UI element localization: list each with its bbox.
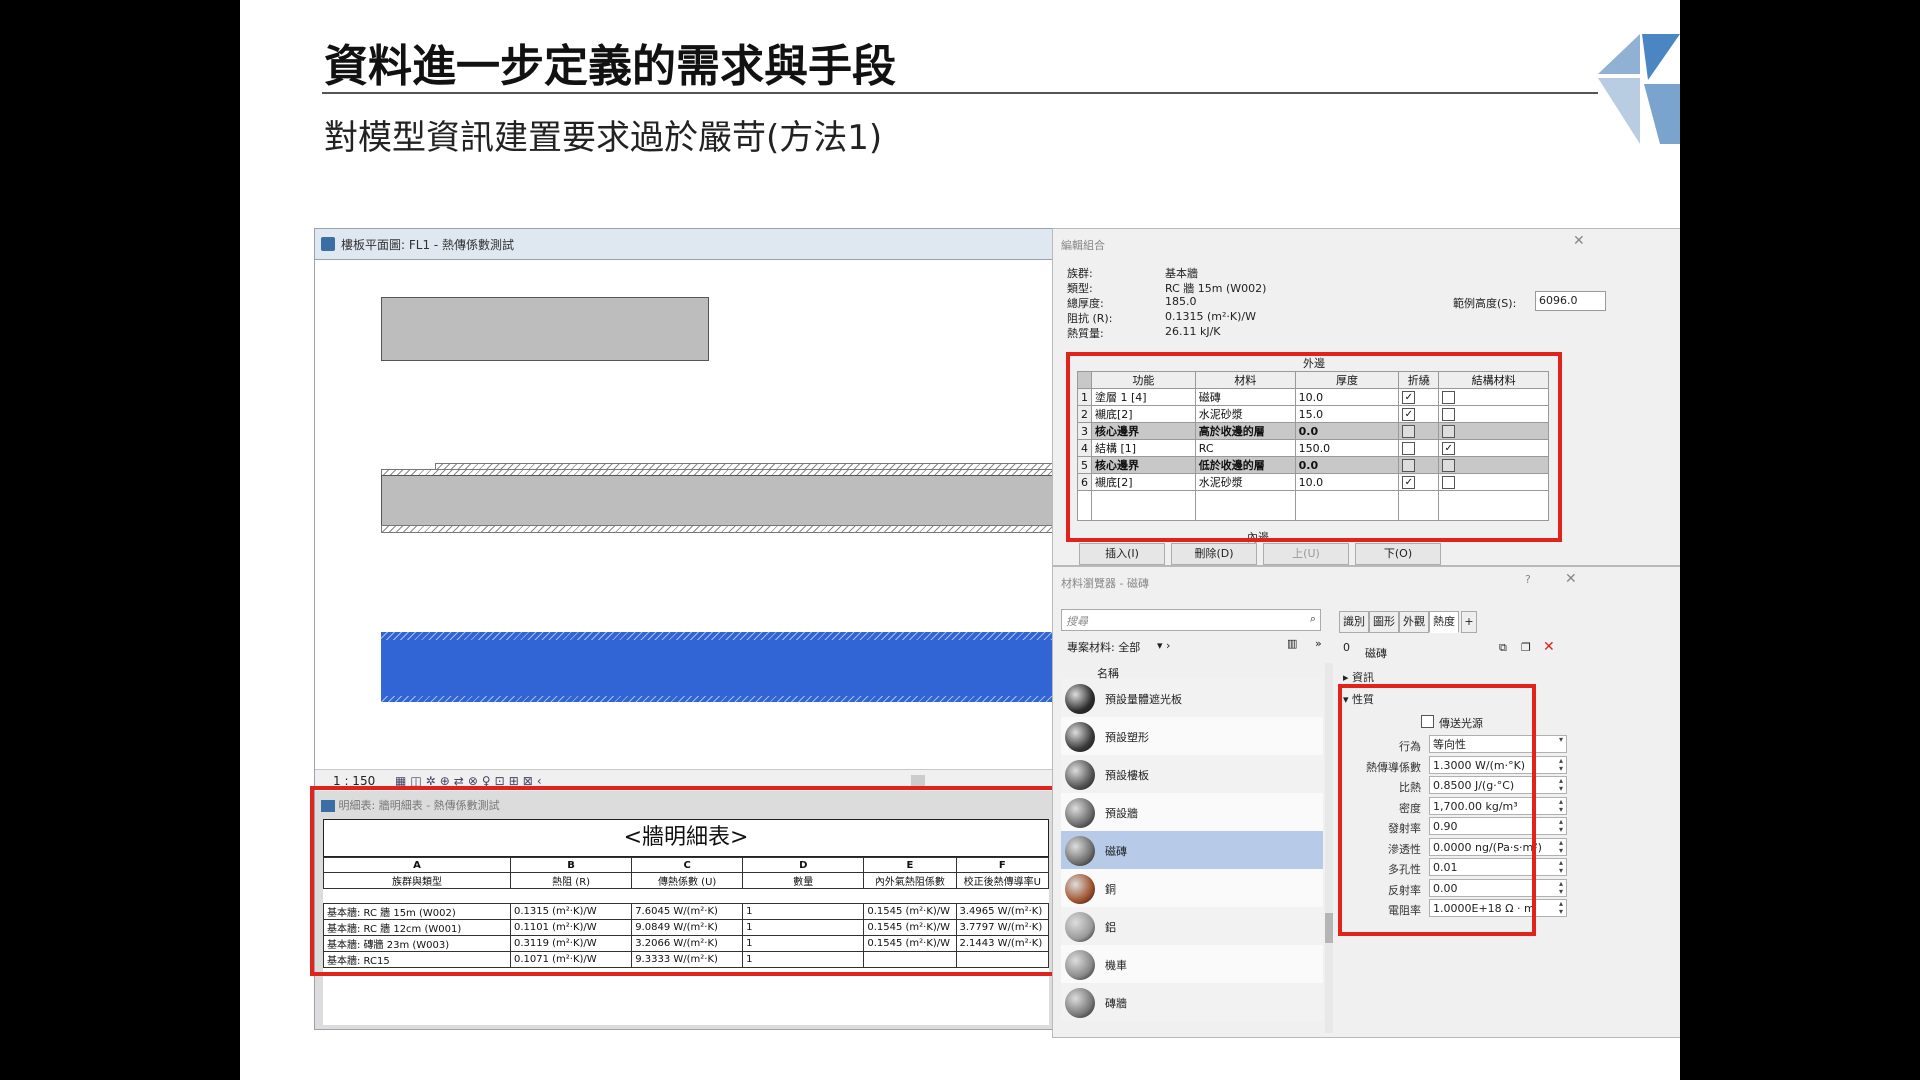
family-value: 基本牆 [1165,267,1198,280]
material-swatch-icon [1065,722,1095,752]
list-item[interactable]: 預設量體遮光板 [1061,679,1323,717]
slide-title: 資料進一步定義的需求與手段 [324,41,896,92]
type-value: RC 牆 15m (W002) [1165,282,1267,295]
search-input[interactable]: 搜尋 ⌕ [1061,609,1321,631]
list-scrollbar[interactable] [1325,663,1333,1033]
slide: 資料進一步定義的需求與手段 對模型資訊建置要求過於嚴苛(方法1) 樓板平面圖: … [240,0,1680,1080]
spinner-icon[interactable]: ▴ ▾ [1556,900,1566,916]
plan-view-titlebar[interactable]: 樓板平面圖: FL1 - 熱傳係數測試 [315,229,1057,260]
resistance-value: 0.1315 (m²·K)/W [1165,310,1256,323]
tab-thermal[interactable]: 熱度 [1429,611,1459,633]
list-item[interactable]: 預設牆 [1061,793,1323,831]
list-item[interactable]: 預設塑形 [1061,717,1323,755]
list-item[interactable]: 機車 [1061,945,1323,983]
slide-subtitle: 對模型資訊建置要求過於嚴苛(方法1) [324,118,883,158]
spinner-icon[interactable]: ▴ ▾ [1556,859,1566,875]
list-item[interactable]: 磁磚 [1061,831,1323,869]
wall-element[interactable] [381,475,1060,527]
move-down-button[interactable]: 下(O) [1355,543,1441,565]
title-divider [322,92,1598,94]
material-name: 預設牆 [1105,807,1138,820]
material-name: 磚牆 [1105,997,1127,1010]
material-name: 機車 [1105,959,1127,972]
resistance-label: 阻抗 (R): [1067,312,1113,325]
material-name: 預設量體遮光板 [1105,693,1182,706]
spinner-icon[interactable]: ▴ ▾ [1556,798,1566,814]
material-swatch-icon [1065,836,1095,866]
dialog-title: 編輯組合 [1061,239,1105,252]
thickness-value: 185.0 [1165,295,1197,308]
family-label: 族群: [1067,267,1093,280]
material-name: 鋁 [1105,921,1116,934]
material-name: 預設塑形 [1105,731,1149,744]
wall-layer-hatch [381,525,1061,533]
scroll-thumb[interactable] [1325,913,1333,943]
sample-height-label: 範例高度(S): [1453,297,1517,310]
collapse-icon[interactable]: » [1315,637,1322,650]
spinner-icon[interactable]: ▴ ▾ [1556,839,1566,855]
material-swatch-icon [1065,950,1095,980]
close-icon[interactable]: ✕ [1573,233,1585,249]
sample-height-input[interactable]: 6096.0 [1535,291,1606,311]
asset-name: 磁磚 [1365,647,1387,660]
list-item[interactable]: 銅 [1061,869,1323,907]
logo-icon [1598,34,1680,144]
browser-title: 材料瀏覽器 - 磁磚 [1061,577,1149,590]
help-icon[interactable]: ? [1525,573,1531,586]
search-placeholder: 搜尋 [1066,615,1088,628]
asset-tabs: 識別 圖形 外觀 熱度 + [1339,611,1561,633]
tab-add[interactable]: + [1461,611,1477,633]
remove-asset-icon[interactable]: ✕ [1543,639,1555,655]
spinner-icon[interactable]: ▴ ▾ [1556,880,1566,896]
wall-selected-hatch [381,696,1059,702]
thickness-label: 總厚度: [1067,297,1104,310]
close-icon[interactable]: ✕ [1565,571,1577,587]
material-swatch-icon [1065,798,1095,828]
tab-identity[interactable]: 識別 [1339,611,1369,633]
list-item[interactable]: 預設樓板 [1061,755,1323,793]
spinner-icon[interactable]: ▴ ▾ [1556,757,1566,773]
spinner-icon[interactable]: ▴ ▾ [1556,777,1566,793]
asset-count: 0 [1343,641,1350,654]
filter-dropdown[interactable]: 專案材料: 全部 [1067,639,1140,655]
material-swatch-icon [1065,760,1095,790]
revit-icon [321,237,335,251]
material-swatch-icon [1065,912,1095,942]
search-icon[interactable]: ⌕ [1310,612,1316,626]
material-name: 預設樓板 [1105,769,1149,782]
thermal-mass-label: 熱質量: [1067,327,1104,340]
wall-selected-hatch [381,632,1059,640]
thermal-mass-value: 26.11 kJ/K [1165,325,1221,338]
plan-view-title: 樓板平面圖: FL1 - 熱傳係數測試 [341,238,515,252]
view-toggle-icon[interactable]: ▥ [1287,637,1297,650]
material-name: 磁磚 [1105,845,1127,858]
type-label: 類型: [1067,282,1093,295]
tab-graphics[interactable]: 圖形 [1369,611,1399,633]
list-item[interactable]: 磚牆 [1061,983,1323,1021]
copy-icon[interactable]: ❐ [1521,641,1531,654]
list-item[interactable]: 鋁 [1061,907,1323,945]
move-up-button[interactable]: 上(U) [1263,543,1349,565]
material-swatch-icon [1065,684,1095,714]
material-swatch-icon [1065,988,1095,1018]
spinner-icon[interactable]: ▴ ▾ [1556,818,1566,834]
wall-selected[interactable] [381,640,1059,696]
insert-button[interactable]: 插入(I) [1079,543,1165,565]
chevron-down-icon[interactable]: ▾ › [1157,639,1170,652]
material-swatch-icon [1065,874,1095,904]
highlight-box-layers [1066,352,1562,542]
tab-appearance[interactable]: 外觀 [1399,611,1429,633]
chevron-down-icon[interactable]: ▾ [1556,736,1566,752]
wall-element[interactable] [381,297,709,361]
highlight-box-schedule [310,786,1058,976]
duplicate-icon[interactable]: ⧉ [1499,641,1507,655]
material-name: 銅 [1105,883,1116,896]
highlight-box-properties [1338,684,1536,936]
section-info[interactable]: ▸ 資訊 [1343,669,1374,685]
delete-button[interactable]: 刪除(D) [1171,543,1257,565]
material-list: 預設量體遮光板 預設塑形預設樓板預設牆磁磚銅鋁機車磚牆 [1053,679,1333,1037]
